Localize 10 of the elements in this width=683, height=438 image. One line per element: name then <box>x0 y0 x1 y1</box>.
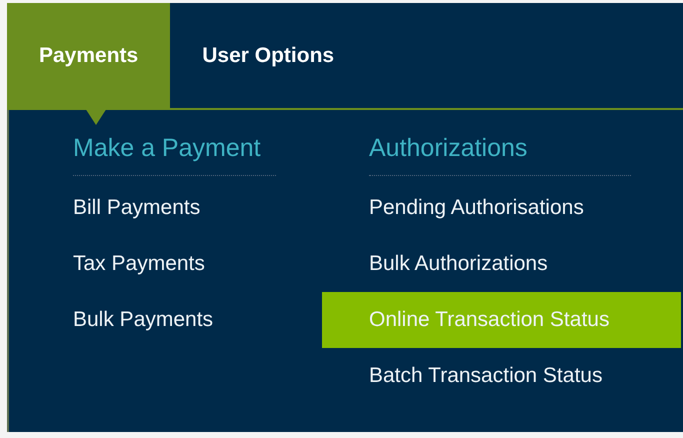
menu-link[interactable]: Pending Authorisations <box>322 180 681 236</box>
column-heading: Authorizations <box>369 110 631 176</box>
menu-link[interactable]: Tax Payments <box>26 236 322 292</box>
menu-tab[interactable]: User Options <box>170 3 366 108</box>
menu-tab[interactable]: Payments <box>7 3 170 108</box>
menu-link[interactable]: Batch Transaction Status <box>322 348 681 404</box>
column-heading: Make a Payment <box>73 110 276 176</box>
menu-link[interactable]: Bulk Authorizations <box>322 236 681 292</box>
menu-link[interactable]: Bulk Payments <box>26 292 322 348</box>
menu-link[interactable]: Bill Payments <box>26 180 322 236</box>
